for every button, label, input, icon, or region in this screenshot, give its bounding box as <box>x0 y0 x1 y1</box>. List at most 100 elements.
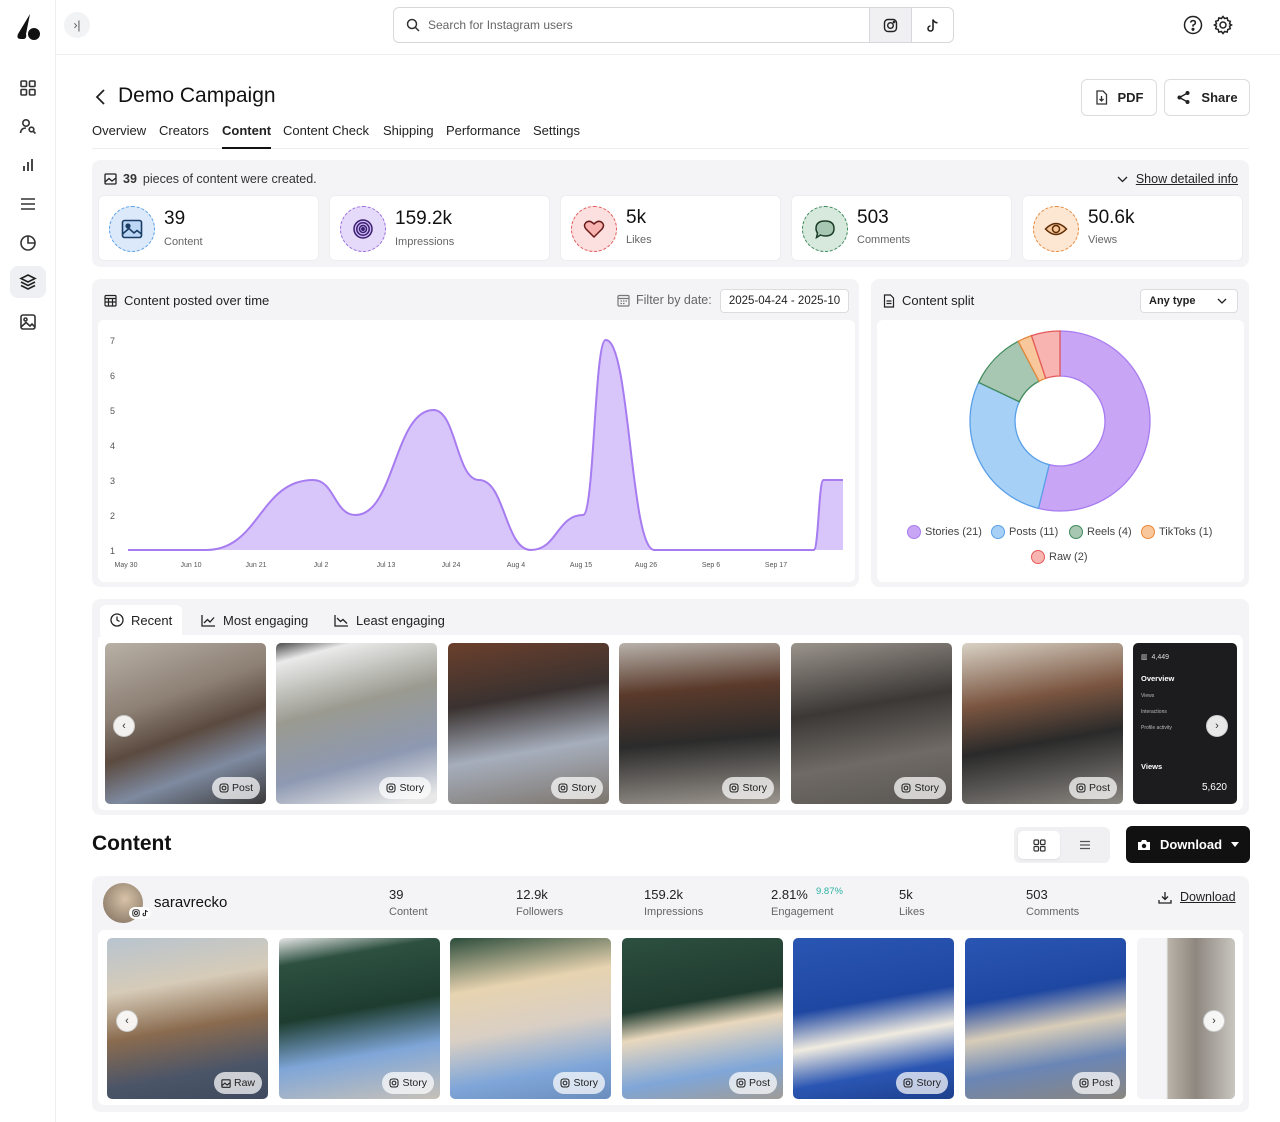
platform-badges <box>129 907 151 919</box>
trend-down-icon <box>334 614 348 627</box>
scroll-left-button[interactable]: ‹ <box>113 715 135 737</box>
type-badge-label: Post <box>1088 782 1110 794</box>
tab-most-engaging[interactable]: Most engaging <box>191 605 318 635</box>
type-badge: Story <box>382 1072 434 1094</box>
pie-chart-icon[interactable] <box>10 227 46 259</box>
insights-row: Interactions <box>1141 709 1167 715</box>
tab-content-check[interactable]: Content Check <box>283 123 369 149</box>
content-thumbnail[interactable]: Story <box>450 938 611 1099</box>
content-split-card <box>877 320 1244 582</box>
type-badge: Post <box>1071 1072 1120 1094</box>
calendar-grid-icon <box>104 294 117 307</box>
list-icon[interactable] <box>10 188 46 220</box>
creator-stat-value: 159.2k <box>644 887 684 902</box>
creator-download-label: Download <box>1180 890 1236 904</box>
gallery-icon[interactable] <box>10 306 46 338</box>
timeline-chart: 1 2 3 4 5 6 7 May 30 Jun 10 Jun 21 Jul 2 Jul 13 Jul … <box>110 336 843 569</box>
instagram-filter-button[interactable] <box>869 8 911 42</box>
scroll-right-button[interactable]: › <box>1206 715 1228 737</box>
legend-label: Posts (11) <box>1009 526 1059 538</box>
stat-card-impressions: 159.2k Impressions <box>329 195 550 261</box>
timeline-title-label: Content posted over time <box>124 293 270 308</box>
tab-least-engaging[interactable]: Least engaging <box>324 605 455 635</box>
tab-shipping[interactable]: Shipping <box>383 123 434 149</box>
content-thumbnail[interactable]: Story <box>448 643 609 804</box>
stat-card-content: 39 Content <box>98 195 319 261</box>
heart-icon <box>571 206 617 252</box>
instagram-icon <box>386 783 397 793</box>
list-view-button[interactable] <box>1064 831 1106 859</box>
tab-creators[interactable]: Creators <box>159 123 209 149</box>
date-range-picker[interactable]: 2025-04-24 - 2025-10 <box>720 289 849 313</box>
creator-stat-comments: 503 Comments <box>1026 887 1079 918</box>
content-thumbnail[interactable]: Post <box>622 938 783 1099</box>
x-tick-label: May 30 <box>115 562 138 569</box>
instagram-icon <box>558 783 569 793</box>
instagram-icon <box>729 783 740 793</box>
content-thumbnail[interactable]: Story <box>619 643 780 804</box>
content-type-select[interactable]: Any type <box>1140 289 1238 313</box>
summary-text: pieces of content were created. <box>142 172 317 186</box>
creator-stat-label: Engagement <box>771 906 834 918</box>
creator-stat-label: Comments <box>1026 906 1080 918</box>
insights-views-label: Views <box>1141 762 1163 771</box>
brand-logo[interactable] <box>14 12 42 42</box>
pdf-button[interactable]: PDF <box>1081 79 1157 116</box>
page-title: Demo Campaign <box>118 84 276 107</box>
creator-stat-content: 39 Content <box>389 887 428 918</box>
x-tick-label: Jul 24 <box>442 562 461 569</box>
tab-performance[interactable]: Performance <box>446 123 520 149</box>
creator-download-link[interactable]: Download <box>1158 890 1236 904</box>
content-thumbnail[interactable]: Story <box>279 938 440 1099</box>
content-thumbnail[interactable]: Post <box>965 938 1126 1099</box>
x-tick-label: Sep 17 <box>765 562 787 569</box>
content-thumbnail[interactable]: Story <box>276 643 437 804</box>
layers-icon[interactable] <box>10 266 46 298</box>
share-button[interactable]: Share <box>1164 79 1250 116</box>
donut-slice-posts <box>969 381 1051 510</box>
content-thumbnail[interactable]: Post <box>962 643 1123 804</box>
scroll-left-button[interactable]: ‹ <box>116 1010 138 1032</box>
type-badge: Story <box>896 1072 948 1094</box>
type-badge-label: Post <box>1091 1077 1113 1089</box>
creator-name[interactable]: saravrecko <box>154 894 227 911</box>
back-arrow-icon[interactable] <box>92 86 110 108</box>
tab-settings[interactable]: Settings <box>533 123 580 149</box>
x-tick-label: Jun 10 <box>180 562 201 569</box>
download-button[interactable]: Download <box>1126 826 1250 863</box>
type-badge-label: Story <box>399 782 424 794</box>
stat-label: Comments <box>857 234 911 246</box>
legend-label: Reels (4) <box>1087 526 1132 538</box>
tab-overview[interactable]: Overview <box>92 123 146 149</box>
user-search-icon[interactable] <box>10 110 46 142</box>
summary-line: 39 pieces of content were created. <box>104 172 317 186</box>
tab-content[interactable]: Content <box>222 123 272 149</box>
stat-label: Content <box>164 236 203 248</box>
scroll-right-button[interactable]: › <box>1203 1010 1225 1032</box>
stat-value: 39 <box>164 208 186 229</box>
content-type-select-value: Any type <box>1149 295 1196 307</box>
instagram-icon <box>219 783 229 793</box>
stat-value: 5k <box>626 207 647 228</box>
show-detailed-info-link[interactable]: Show detailed info <box>1117 172 1238 186</box>
help-icon[interactable] <box>1182 14 1204 36</box>
content-thumbnail[interactable]: Story <box>793 938 954 1099</box>
legend-stories: Stories (21) <box>907 525 982 539</box>
chevron-left-icon: ‹ <box>122 720 126 732</box>
analytics-icon[interactable] <box>10 149 46 181</box>
chevron-down-icon <box>1217 298 1227 304</box>
x-tick-label: Jun 21 <box>245 562 266 569</box>
grid-view-button[interactable] <box>1018 831 1060 859</box>
tiktok-filter-button[interactable] <box>911 8 953 42</box>
search-input[interactable] <box>428 18 828 32</box>
content-thumbnail[interactable]: Story <box>791 643 952 804</box>
dashboard-icon[interactable] <box>10 72 46 104</box>
tab-recent[interactable]: Recent <box>100 605 183 635</box>
x-tick-label: Aug 4 <box>507 562 525 569</box>
settings-gear-icon[interactable] <box>1212 14 1234 36</box>
download-icon <box>1158 891 1172 904</box>
eye-icon <box>1033 206 1079 252</box>
comment-icon <box>802 206 848 252</box>
legend-reels: Reels (4) <box>1069 525 1132 539</box>
search-field[interactable] <box>394 8 869 42</box>
